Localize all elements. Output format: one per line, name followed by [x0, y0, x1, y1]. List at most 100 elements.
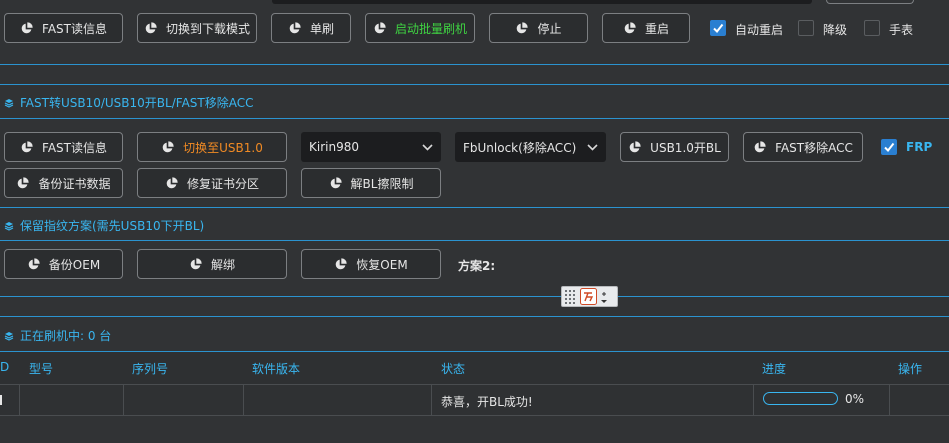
downgrade-checkbox[interactable] [798, 20, 814, 36]
column-header-software-version: 软件版本 [252, 362, 301, 376]
pie-chart-icon [754, 140, 766, 152]
start-batch-flash-label: 启动批量刷机 [394, 21, 467, 36]
column-header-serial: 序列号 [132, 362, 169, 376]
column-divider [243, 384, 244, 416]
column-header-model: 型号 [29, 362, 54, 376]
unlock-bl-button[interactable]: 解BL擦限制 [301, 168, 441, 198]
column-divider [431, 384, 432, 416]
watch-label: 手表 [889, 23, 914, 37]
auto-restart-label: 自动重启 [735, 23, 784, 37]
divider [0, 64, 949, 65]
fast-read-info-label-2: FAST读信息 [42, 140, 107, 155]
switch-usb10-button[interactable]: 切换至USB1.0 [137, 132, 287, 162]
restart-label: 重启 [644, 21, 669, 36]
column-header-status: 状态 [441, 362, 466, 376]
repair-cert-button[interactable]: 修复证书分区 [137, 168, 287, 198]
switch-usb10-label: 切换至USB1.0 [183, 140, 263, 155]
backup-cert-label: 备份证书数据 [38, 176, 111, 191]
backup-cert-button[interactable]: 备份证书数据 [4, 168, 123, 198]
fast-read-info-button[interactable]: FAST读信息 [4, 13, 123, 43]
backup-oem-button[interactable]: 备份OEM [4, 249, 123, 279]
switch-download-mode-button[interactable]: 切换到下载模式 [137, 13, 257, 43]
section-fingerprint-title: 保留指纹方案(需先USB10下开BL) [20, 219, 205, 233]
top-right-button-strip[interactable] [826, 0, 914, 4]
chevron-down-icon [422, 143, 433, 151]
column-header-id: D [0, 360, 10, 374]
column-divider [753, 384, 754, 416]
progress-bar [763, 392, 838, 405]
caret-menu-icon[interactable] [599, 289, 609, 305]
column-header-action: 操作 [898, 362, 923, 376]
pie-chart-icon [18, 176, 30, 188]
checkmark-icon [713, 23, 724, 34]
section-flashing-title: 正在刷机中: 0 台 [20, 329, 112, 343]
pie-chart-icon [330, 176, 342, 188]
pie-chart-icon [28, 257, 40, 269]
section-flashing-header: 正在刷机中: 0 台 [0, 316, 949, 352]
unlock-bl-label: 解BL擦限制 [350, 176, 414, 191]
downgrade-label: 降级 [823, 23, 848, 37]
checkmark-icon [884, 142, 895, 153]
column-divider [889, 384, 890, 416]
input-method-icon[interactable] [580, 288, 597, 305]
column-divider [123, 384, 124, 416]
section-title: 保留指纹方案(需先USB10下开BL) [4, 217, 204, 234]
fast-remove-acc-label: FAST移除ACC [775, 140, 853, 155]
single-flash-label: 单刷 [309, 21, 334, 36]
drag-handle-icon[interactable] [564, 289, 578, 304]
pie-chart-icon [21, 140, 33, 152]
repair-cert-label: 修复证书分区 [186, 176, 259, 191]
mode-select-value: FbUnlock(移除ACC) [463, 140, 577, 155]
mode-select[interactable]: FbUnlock(移除ACC) [455, 132, 606, 162]
layers-icon [4, 221, 14, 231]
usb10-unlock-bl-label: USB1.0开BL [650, 140, 721, 155]
pie-chart-icon [162, 140, 174, 152]
fast-read-info-button-2[interactable]: FAST读信息 [4, 132, 123, 162]
section-fingerprint-header: 保留指纹方案(需先USB10下开BL) [0, 207, 949, 241]
section-fast-usb-header: FAST转USB10/USB10开BL/FAST移除ACC [0, 84, 949, 119]
section-title: 正在刷机中: 0 台 [4, 327, 111, 344]
pie-chart-icon [166, 176, 178, 188]
single-flash-button[interactable]: 单刷 [271, 13, 351, 43]
divider [0, 296, 949, 297]
restore-oem-button[interactable]: 恢复OEM [301, 249, 441, 279]
chip-select[interactable]: Kirin980 [301, 132, 441, 162]
fast-remove-acc-button[interactable]: FAST移除ACC [743, 132, 863, 162]
pie-chart-icon [289, 21, 301, 33]
pie-chart-icon [145, 21, 157, 33]
column-header-progress: 进度 [762, 362, 787, 376]
fast-read-info-label: FAST读信息 [42, 21, 107, 36]
status-cell: 恭喜，开BL成功! [441, 395, 533, 409]
layers-icon [4, 331, 14, 341]
start-batch-flash-button[interactable]: 启动批量刷机 [365, 13, 475, 43]
progress-text: 0% [845, 392, 865, 406]
layers-icon [4, 98, 14, 108]
column-divider [19, 384, 20, 416]
chip-select-value: Kirin980 [309, 140, 359, 154]
ime-toolbar[interactable] [561, 286, 618, 307]
chevron-down-icon [587, 143, 598, 151]
pie-chart-icon [374, 21, 386, 33]
stop-button[interactable]: 停止 [489, 13, 588, 43]
pie-chart-icon [21, 21, 33, 33]
stop-label: 停止 [537, 21, 562, 36]
unbind-button[interactable]: 解绑 [137, 249, 287, 279]
top-input-strip [272, 0, 812, 4]
frp-label: FRP [906, 140, 933, 154]
restore-oem-label: 恢复OEM [356, 257, 408, 272]
section-fast-usb-title: FAST转USB10/USB10开BL/FAST移除ACC [20, 96, 254, 110]
unbind-label: 解绑 [210, 257, 235, 272]
pie-chart-icon [517, 21, 529, 33]
plan2-label: 方案2: [458, 259, 496, 273]
auto-restart-checkbox[interactable] [710, 20, 726, 36]
pie-chart-icon [629, 140, 641, 152]
usb10-unlock-bl-button[interactable]: USB1.0开BL [620, 132, 729, 162]
restart-button[interactable]: 重启 [602, 13, 690, 43]
watch-checkbox[interactable] [864, 20, 880, 36]
pie-chart-icon [624, 21, 636, 33]
frp-checkbox[interactable] [881, 139, 897, 155]
pie-chart-icon [336, 257, 347, 269]
switch-download-mode-label: 切换到下载模式 [165, 21, 250, 36]
row-id-cell [0, 395, 2, 405]
pie-chart-icon [190, 257, 202, 269]
